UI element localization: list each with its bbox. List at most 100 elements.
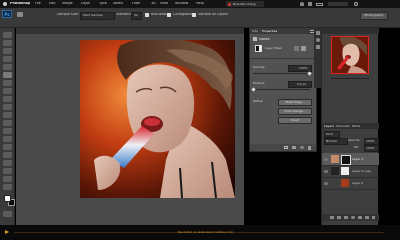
menu-file[interactable]: File bbox=[35, 2, 41, 5]
recording-indicator: Now Recording bbox=[226, 1, 264, 7]
anti-alias-checkbox[interactable] bbox=[145, 12, 149, 17]
history-brush-icon[interactable] bbox=[3, 104, 12, 110]
mask-edge-button[interactable]: Mask Edge... bbox=[278, 99, 312, 106]
gradient-tool-icon[interactable] bbox=[3, 120, 12, 126]
menu-window[interactable]: Window bbox=[175, 2, 188, 5]
blur-tool-icon[interactable] bbox=[3, 128, 12, 134]
tab-channels[interactable]: Channels bbox=[336, 125, 350, 128]
lasso-tool-icon[interactable] bbox=[3, 48, 12, 54]
quick-mask-icon[interactable] bbox=[3, 211, 12, 217]
zoom-tool-icon[interactable] bbox=[3, 184, 12, 190]
navigator-zoom-slider[interactable] bbox=[331, 78, 369, 79]
recording-status-bar: Recorded on www.learncreative.com bbox=[0, 225, 400, 240]
crop-tool-icon[interactable] bbox=[3, 64, 12, 70]
navigator-view-box[interactable] bbox=[331, 36, 369, 74]
tolerance-input[interactable]: 32 bbox=[131, 11, 142, 20]
fill-input[interactable]: 100% bbox=[364, 145, 379, 152]
density-slider[interactable] bbox=[253, 73, 310, 74]
menu-layer[interactable]: Layer bbox=[81, 2, 90, 5]
mask-thumbnail[interactable] bbox=[255, 45, 262, 52]
adjustments-icon[interactable] bbox=[315, 45, 320, 49]
delete-layer-icon[interactable] bbox=[372, 216, 375, 219]
shape-tool-icon[interactable] bbox=[3, 168, 12, 174]
adjustment-layer-icon[interactable] bbox=[351, 216, 355, 219]
invert-button[interactable]: Invert bbox=[278, 117, 312, 124]
battery-icon bbox=[316, 2, 323, 6]
menu-help[interactable]: Help bbox=[196, 2, 204, 5]
feather-slider-handle[interactable] bbox=[251, 87, 256, 92]
visibility-eye-icon[interactable] bbox=[324, 181, 328, 185]
marquee-tool-icon[interactable] bbox=[3, 40, 12, 46]
tab-properties[interactable]: Properties bbox=[262, 30, 277, 33]
brush-tool-icon[interactable] bbox=[3, 88, 12, 94]
info-icon[interactable] bbox=[315, 38, 320, 42]
feather-value: 0.0 px bbox=[297, 83, 307, 86]
opacity-input[interactable]: 100% bbox=[364, 138, 379, 145]
menu-3d[interactable]: 3D bbox=[151, 2, 156, 5]
add-mask-icon[interactable] bbox=[344, 216, 348, 219]
group-folder-icon[interactable] bbox=[358, 216, 362, 219]
search-icon[interactable] bbox=[354, 2, 358, 6]
visibility-icon[interactable] bbox=[300, 146, 304, 149]
foreground-color-swatch[interactable] bbox=[4, 195, 11, 202]
eyedropper-tool-icon[interactable] bbox=[17, 12, 23, 17]
healing-brush-icon[interactable] bbox=[3, 80, 12, 86]
sample-all-checkbox[interactable] bbox=[192, 12, 196, 17]
color-range-button[interactable]: Color Range... bbox=[278, 108, 312, 115]
history-icon[interactable] bbox=[315, 31, 320, 35]
navigator-preview[interactable] bbox=[331, 36, 369, 74]
path-select-icon[interactable] bbox=[3, 160, 12, 166]
menu-view[interactable]: View bbox=[160, 2, 168, 5]
link-icon[interactable] bbox=[330, 216, 334, 219]
dodge-tool-icon[interactable] bbox=[3, 136, 12, 142]
tab-paths[interactable]: Paths bbox=[352, 125, 360, 128]
sample-size-select[interactable]: Point Sample bbox=[80, 11, 115, 20]
fill-label: Fill: bbox=[354, 146, 360, 149]
layers-footer bbox=[322, 214, 379, 221]
menu-image[interactable]: Image bbox=[62, 2, 73, 5]
document-tab[interactable] bbox=[16, 28, 244, 34]
feather-slider[interactable] bbox=[253, 89, 310, 90]
trash-icon[interactable] bbox=[308, 146, 311, 150]
layer-mask-thumbnail[interactable] bbox=[341, 155, 351, 165]
tab-layers[interactable]: Layers bbox=[324, 125, 334, 128]
tab-info[interactable]: Info bbox=[252, 30, 258, 33]
document-image[interactable] bbox=[80, 40, 235, 198]
load-selection-icon[interactable] bbox=[284, 146, 288, 149]
blend-mode-select[interactable]: Normal bbox=[324, 138, 348, 145]
menu-type[interactable]: Type bbox=[99, 2, 107, 5]
menu-app-name[interactable]: Photoshop bbox=[10, 2, 30, 5]
tolerance-value: 32 bbox=[134, 14, 138, 17]
layer-row-layer-0[interactable]: Layer 0 bbox=[322, 177, 379, 190]
workspace-switcher[interactable]: Photography bbox=[360, 12, 388, 20]
visibility-eye-icon[interactable] bbox=[324, 157, 328, 161]
fx-icon[interactable] bbox=[337, 216, 341, 219]
play-icon[interactable] bbox=[5, 230, 9, 234]
ps-logo: Ps bbox=[2, 10, 12, 18]
menu-edit[interactable]: Edit bbox=[49, 2, 56, 5]
layer-name: Layer 0 copy bbox=[352, 169, 372, 173]
recording-label: Now Recording bbox=[233, 2, 256, 6]
layer-mask-thumbnail[interactable] bbox=[341, 167, 349, 175]
eraser-tool-icon[interactable] bbox=[3, 112, 12, 118]
feather-input[interactable]: 0.0 px bbox=[288, 81, 312, 88]
contiguous-checkbox[interactable] bbox=[167, 12, 171, 17]
anti-alias-label: Anti-alias bbox=[151, 13, 167, 16]
visibility-eye-icon[interactable] bbox=[324, 169, 328, 173]
pixel-mask-icon[interactable] bbox=[301, 46, 306, 51]
new-layer-icon[interactable] bbox=[365, 216, 369, 219]
menu-select[interactable]: Select bbox=[113, 2, 123, 5]
layer-filter-select[interactable]: Kind bbox=[324, 131, 340, 138]
menu-filter[interactable]: Filter bbox=[132, 2, 140, 5]
density-slider-handle[interactable] bbox=[307, 71, 312, 76]
clone-stamp-icon[interactable] bbox=[3, 96, 12, 102]
hand-tool-icon[interactable] bbox=[3, 176, 12, 182]
apply-mask-icon[interactable] bbox=[292, 146, 296, 149]
vector-mask-icon[interactable] bbox=[294, 46, 299, 51]
quick-select-tool-icon[interactable] bbox=[3, 56, 12, 62]
move-tool-icon[interactable] bbox=[3, 32, 12, 38]
eyedropper-icon[interactable] bbox=[3, 72, 12, 78]
apple-icon[interactable] bbox=[3, 2, 7, 6]
pen-tool-icon[interactable] bbox=[3, 144, 12, 150]
type-tool-icon[interactable] bbox=[3, 152, 12, 158]
